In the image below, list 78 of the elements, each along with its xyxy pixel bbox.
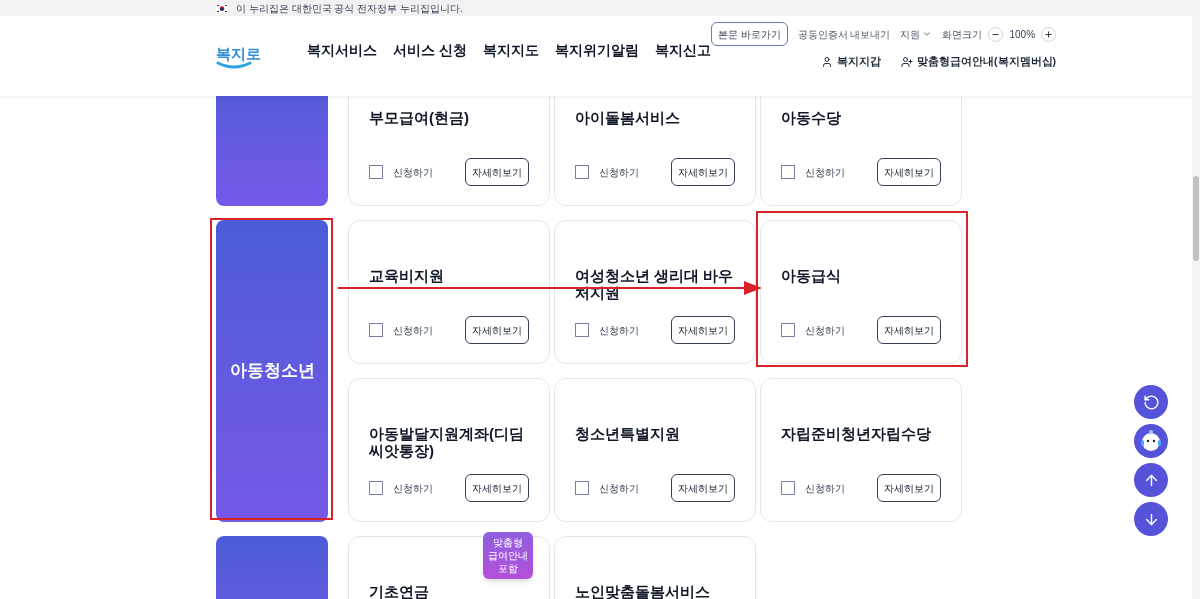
scrollbar[interactable] <box>1192 16 1200 599</box>
nav-link[interactable]: 복지신고 <box>654 39 711 61</box>
checkbox[interactable] <box>575 323 589 337</box>
apply-label: 신청하기 <box>599 323 639 338</box>
service-title: 청소년특별지원 <box>575 425 680 442</box>
apply-label: 신청하기 <box>805 165 845 180</box>
category-label: 아동청소년 <box>229 360 315 383</box>
checkbox[interactable] <box>369 481 383 495</box>
details-button[interactable]: 자세히보기 <box>877 316 941 344</box>
zoom-value: 100% <box>1009 27 1036 42</box>
nav-link[interactable]: 복지지도 <box>482 39 539 61</box>
details-button[interactable]: 자세히보기 <box>877 158 941 186</box>
category-panel[interactable]: 아동청소년 <box>216 220 328 522</box>
apply-label: 신청하기 <box>805 481 845 496</box>
apply-checkbox[interactable]: 신청하기 <box>369 322 433 338</box>
details-button[interactable]: 자세히보기 <box>465 474 529 502</box>
apply-checkbox[interactable]: 신청하기 <box>781 480 845 496</box>
chatbot-mascot-icon <box>1138 428 1164 454</box>
nav-link[interactable]: 복지서비스 <box>307 39 377 61</box>
checkbox[interactable] <box>781 481 795 495</box>
checkbox[interactable] <box>781 165 795 179</box>
apply-checkbox[interactable]: 신청하기 <box>781 164 845 180</box>
details-button[interactable]: 자세히보기 <box>465 316 529 344</box>
logo[interactable]: 복지로 <box>216 46 261 96</box>
scroll-bottom-button[interactable] <box>1134 502 1168 536</box>
apply-checkbox[interactable]: 신청하기 <box>575 322 639 338</box>
logo-smile-icon <box>216 61 252 69</box>
apply-checkbox[interactable]: 신청하기 <box>575 164 639 180</box>
flag-icon <box>216 3 228 13</box>
apply-label: 신청하기 <box>393 165 433 180</box>
apply-label: 신청하기 <box>805 323 845 338</box>
zoom-label: 화면크기 <box>942 27 983 42</box>
details-button[interactable]: 자세히보기 <box>671 158 735 186</box>
chatbot-button[interactable] <box>1134 424 1168 458</box>
details-button[interactable]: 자세히보기 <box>465 158 529 186</box>
apply-checkbox[interactable]: 신청하기 <box>575 480 639 496</box>
checkbox[interactable] <box>369 323 383 337</box>
custom-benefit-badge: 맞춤형 급여안내 포함 <box>483 532 533 579</box>
service-title: 아동발달지원계좌(디딤씨앗통장) <box>369 425 525 459</box>
service-title: 노인맞춤돌봄서비스 <box>575 583 710 599</box>
apply-checkbox[interactable]: 신청하기 <box>369 164 433 180</box>
apply-label: 신청하기 <box>599 165 639 180</box>
details-button[interactable]: 자세히보기 <box>671 316 735 344</box>
logo-text: 복지로 <box>216 46 261 61</box>
nav-link[interactable]: 서비스 신청 <box>393 39 467 61</box>
scrollbar-thumb[interactable] <box>1193 176 1199 261</box>
chevron-down-icon <box>922 29 933 39</box>
service-title: 교육비지원 <box>369 267 444 284</box>
apply-label: 신청하기 <box>599 481 639 496</box>
service-title: 아동수당 <box>781 109 841 126</box>
skip-to-content-button[interactable]: 본문 바로가기 <box>710 22 788 46</box>
service-title: 자립준비청년자립수당 <box>781 425 931 442</box>
service-title: 아이돌봄서비스 <box>575 109 680 126</box>
checkbox[interactable] <box>369 165 383 179</box>
details-button[interactable]: 자세히보기 <box>671 474 735 502</box>
plus-icon <box>1044 29 1054 39</box>
apply-checkbox[interactable]: 신청하기 <box>781 322 845 338</box>
checkbox[interactable] <box>575 165 589 179</box>
membership-link[interactable]: 맞춤형급여안내(복지멤버십) <box>901 54 1057 70</box>
service-title: 아동급식 <box>781 267 841 284</box>
details-button[interactable]: 자세히보기 <box>877 474 941 502</box>
checkbox[interactable] <box>575 481 589 495</box>
checkbox[interactable] <box>781 323 795 337</box>
scroll-top-button[interactable] <box>1134 463 1168 497</box>
certificate-export-link[interactable]: 공동인증서 내보내기 <box>797 26 891 42</box>
user-icon <box>821 55 834 68</box>
user-plus-icon <box>901 55 914 68</box>
service-title: 부모급여(현금) <box>369 109 469 126</box>
history-button[interactable] <box>1134 385 1168 419</box>
gov-banner-text: 이 누리집은 대한민국 공식 전자정부 누리집입니다. <box>236 1 463 16</box>
apply-label: 신청하기 <box>393 323 433 338</box>
wallet-link[interactable]: 복지지갑 <box>821 54 882 70</box>
history-icon <box>1142 393 1160 411</box>
apply-checkbox[interactable]: 신청하기 <box>369 480 433 496</box>
apply-label: 신청하기 <box>393 481 433 496</box>
nav-link[interactable]: 복지위기알림 <box>554 39 639 61</box>
support-dropdown[interactable]: 지원 <box>900 26 933 42</box>
service-title: 기초연금 <box>369 583 429 599</box>
